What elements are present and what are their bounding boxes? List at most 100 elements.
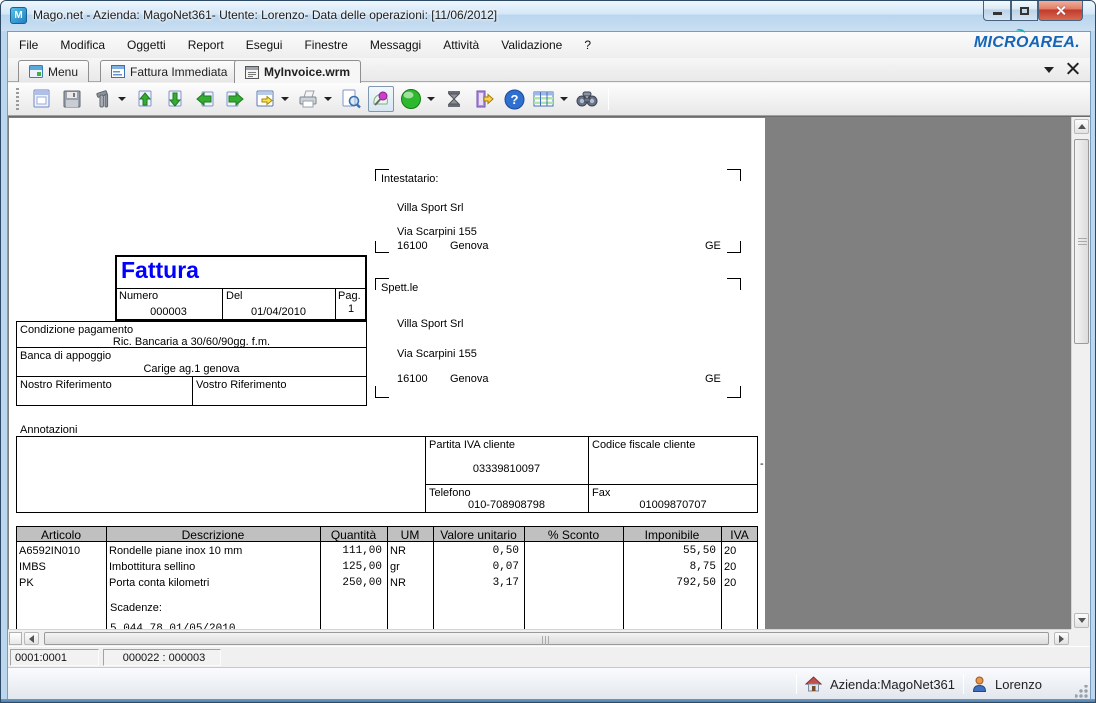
table-cell: NR [390, 545, 428, 557]
menu-item-report[interactable]: Report [177, 33, 235, 57]
horizontal-scroll-thumb[interactable] [44, 632, 1049, 645]
resize-grip[interactable] [1075, 685, 1088, 698]
tab-myinvoice[interactable]: MyInvoice.wrm [234, 60, 361, 83]
hourglass-button[interactable] [441, 86, 467, 112]
recipient-name: Villa Sport Srl [397, 318, 463, 330]
help-button[interactable]: ? [501, 86, 527, 112]
thumb-grip-icon [1078, 238, 1087, 245]
menu-item-modifica[interactable]: Modifica [49, 33, 116, 57]
exit-button[interactable] [471, 86, 497, 112]
pin-icon [370, 88, 392, 110]
horizontal-scrollbar[interactable] [8, 629, 1071, 646]
menu-item-file[interactable]: File [8, 33, 49, 57]
hscroll-splitter[interactable] [9, 632, 22, 645]
tab-fattura-immediata[interactable]: Fattura Immediata [100, 60, 238, 82]
report-icon [245, 66, 259, 79]
menu-item-validazione[interactable]: Validazione [490, 33, 573, 57]
title-bar[interactable]: M Mago.net - Azienda: MagoNet361- Utente… [1, 1, 1096, 31]
status-bar: 0001:0001 000022 : 000003 [8, 646, 1090, 667]
recipient-street: Via Scarpini 155 [397, 348, 477, 360]
table-cell: 0,50 [436, 545, 519, 557]
table-cell: 0,07 [436, 561, 519, 573]
partita-iva-label: Partita IVA cliente [429, 439, 515, 451]
last-page-button[interactable] [162, 86, 188, 112]
next-page-button[interactable] [222, 86, 248, 112]
intestatario-street: Via Scarpini 155 [397, 226, 477, 238]
table-view-dropdown-icon[interactable] [560, 97, 568, 101]
table-cell: gr [390, 561, 428, 573]
menu-item-finestre[interactable]: Finestre [293, 33, 358, 57]
company-status[interactable]: Azienda:MagoNet361 [830, 677, 955, 692]
print-button[interactable] [295, 86, 321, 112]
print-preview-button[interactable] [338, 86, 364, 112]
partita-iva-value: 03339810097 [425, 463, 588, 475]
tab-close-icon[interactable] [1066, 61, 1080, 75]
print-preview-icon [340, 88, 362, 110]
vostro-riferimento-label: Vostro Riferimento [196, 379, 286, 391]
tab-list-dropdown-icon[interactable] [1044, 67, 1054, 73]
table-header-quantit: Quantità [320, 528, 387, 542]
table-header-um: UM [387, 528, 433, 542]
menu-item-attivit[interactable]: Attività [432, 33, 490, 57]
invoice-page: Intestatario: Villa Sport Srl Via Scarpi… [9, 118, 765, 629]
application-window: M Mago.net - Azienda: MagoNet361- Utente… [0, 0, 1096, 703]
first-page-button[interactable] [132, 86, 158, 112]
close-button[interactable] [1038, 1, 1083, 21]
export-dropdown-icon[interactable] [281, 97, 289, 101]
fax-value: 01009870707 [588, 499, 758, 511]
table-cell: 792,50 [626, 577, 716, 589]
vertical-scrollbar[interactable] [1071, 117, 1090, 630]
menu-item-messaggi[interactable]: Messaggi [359, 33, 432, 57]
app-icon: M [10, 7, 27, 24]
start-button[interactable] [398, 86, 424, 112]
scroll-up-button[interactable] [1074, 119, 1089, 134]
recipient-label: Spett.le [381, 282, 418, 294]
start-dropdown-icon[interactable] [427, 97, 435, 101]
toolbar-grip[interactable] [16, 88, 19, 110]
find-button[interactable] [574, 86, 600, 112]
table-header-imponibile: Imponibile [623, 528, 721, 542]
table-cell: 3,17 [436, 577, 519, 589]
vertical-scroll-thumb[interactable] [1074, 139, 1089, 344]
menu-item-esegui[interactable]: Esegui [235, 33, 294, 57]
pag-value: 1 [335, 303, 367, 315]
table-cell: Porta conta kilometri [109, 577, 315, 589]
home-icon [805, 676, 822, 692]
print-dropdown-icon[interactable] [324, 97, 332, 101]
scroll-down-button[interactable] [1074, 613, 1089, 628]
last-page-icon [164, 88, 186, 110]
status-cell-record: 000022 : 000003 [103, 649, 221, 666]
user-status[interactable]: Lorenzo [995, 677, 1042, 692]
hourglass-icon [443, 88, 465, 110]
tab-menu[interactable]: Menu [18, 60, 89, 82]
start-icon [399, 87, 423, 111]
scrollbar-corner [1071, 629, 1090, 646]
scroll-left-button[interactable] [24, 632, 39, 645]
prev-page-icon [194, 88, 216, 110]
menu-item-?[interactable]: ? [573, 33, 602, 57]
app-status-bar: Azienda:MagoNet361 Lorenzo [8, 667, 1090, 700]
save-button[interactable] [59, 86, 85, 112]
pin-button[interactable] [368, 86, 394, 112]
separator [796, 674, 797, 694]
maximize-button[interactable] [1011, 1, 1038, 21]
table-view-button[interactable] [531, 86, 557, 112]
menu-item-oggetti[interactable]: Oggetti [116, 33, 177, 57]
corner-mark [727, 386, 741, 398]
table-cell: A6592IN010 [19, 545, 101, 557]
tools-dropdown-icon[interactable] [118, 97, 126, 101]
form-new-icon [31, 88, 53, 110]
tools-icon [91, 88, 113, 110]
form-new-button[interactable] [29, 86, 55, 112]
scadenze-label: Scadenze: [110, 602, 162, 614]
minimize-button[interactable] [983, 1, 1011, 21]
table-column-line [387, 526, 388, 629]
scroll-right-button[interactable] [1054, 632, 1069, 645]
tools-button[interactable] [89, 86, 115, 112]
minimize-icon [993, 12, 1002, 15]
prev-page-button[interactable] [192, 86, 218, 112]
export-button[interactable] [252, 86, 278, 112]
table-column-line [433, 526, 434, 629]
recipient-province: GE [705, 373, 721, 385]
table-cell: 111,00 [323, 545, 382, 557]
